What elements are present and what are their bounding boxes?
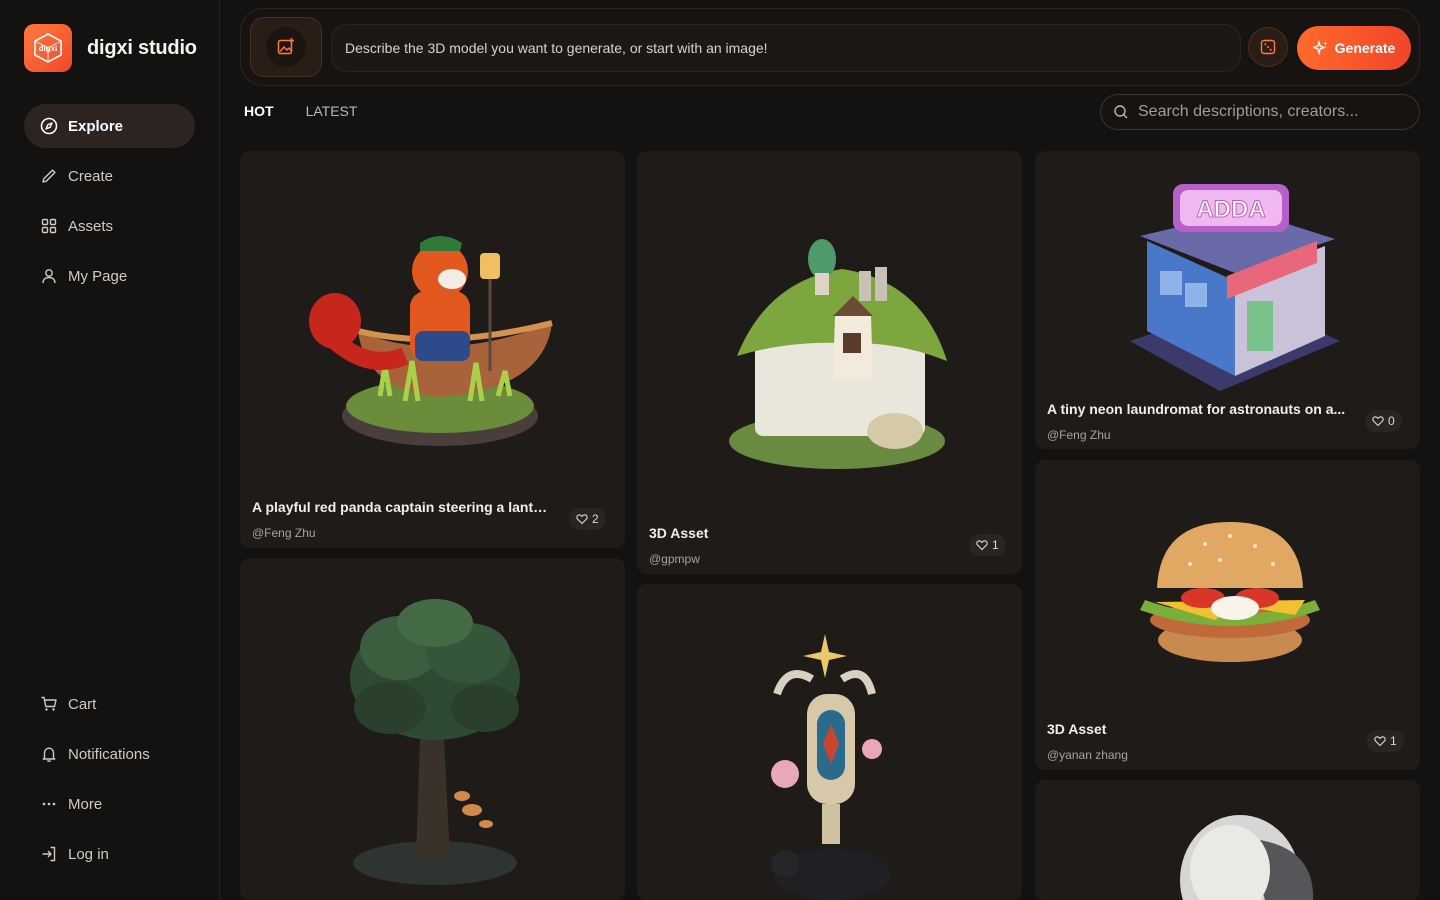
random-prompt-button[interactable] xyxy=(1248,27,1288,67)
nav-label: Assets xyxy=(68,217,114,235)
asset-card[interactable]: ADDA A tiny neon laundromat for astronau… xyxy=(1035,151,1420,449)
asset-preview-tree xyxy=(350,599,520,885)
sidebar: digxi digxi studio Explore Create Assets… xyxy=(0,0,220,900)
generate-button[interactable]: Generate xyxy=(1297,26,1411,70)
asset-preview-helmet xyxy=(1180,815,1314,900)
heart-icon xyxy=(1372,416,1384,427)
asset-card[interactable]: A playful red panda captain steering a l… xyxy=(240,151,625,548)
nav-item-my-page[interactable]: My Page xyxy=(24,254,195,298)
compass-icon xyxy=(40,117,58,135)
asset-title: 3D Asset xyxy=(1047,721,1107,737)
login-icon xyxy=(42,846,56,862)
asset-title: A playful red panda captain steering a l… xyxy=(252,499,552,515)
nav-label: Explore xyxy=(68,117,124,135)
asset-preview-cottage xyxy=(729,239,947,469)
asset-creator[interactable]: @Feng Zhu xyxy=(252,526,316,540)
nav-label: Log in xyxy=(68,845,109,863)
logo-mark-icon: digxi xyxy=(24,24,72,72)
asset-title: A tiny neon laundromat for astronauts on… xyxy=(1047,401,1346,417)
user-icon xyxy=(42,269,56,284)
nav-item-login[interactable]: Log in xyxy=(24,832,195,876)
dice-icon xyxy=(1260,39,1276,55)
prompt-bar: Generate xyxy=(240,8,1420,86)
nav-item-create[interactable]: Create xyxy=(24,154,195,198)
asset-preview-laundromat: ADDA xyxy=(1130,184,1340,391)
nav-item-explore[interactable]: Explore xyxy=(24,104,195,148)
search-icon xyxy=(1114,105,1128,119)
asset-card[interactable] xyxy=(637,584,1022,900)
nav-item-more[interactable]: More xyxy=(24,782,195,826)
brand-logo[interactable]: digxi digxi studio xyxy=(24,24,197,72)
like-count: 0 xyxy=(1388,414,1395,428)
like-button[interactable]: 2 xyxy=(569,508,606,530)
like-button[interactable]: 1 xyxy=(969,534,1006,556)
heart-icon xyxy=(576,514,588,525)
nav-item-assets[interactable]: Assets xyxy=(24,204,195,248)
like-count: 1 xyxy=(1390,734,1397,748)
asset-preview-burger xyxy=(1140,522,1320,662)
heart-icon xyxy=(976,540,988,551)
svg-text:digxi: digxi xyxy=(39,44,58,53)
bell-icon xyxy=(42,747,56,762)
secondary-nav: Cart Notifications More Log in xyxy=(24,682,195,882)
tab-latest[interactable]: LATEST xyxy=(306,103,358,119)
neon-sign-text: ADDA xyxy=(1196,196,1265,223)
like-count: 2 xyxy=(592,512,599,526)
nav-item-notifications[interactable]: Notifications xyxy=(24,732,195,776)
asset-card[interactable]: 3D Asset @yanan zhang 1 xyxy=(1035,460,1420,770)
asset-creator[interactable]: @Feng Zhu xyxy=(1047,428,1111,442)
sparkle-icon xyxy=(1312,40,1328,56)
asset-card[interactable] xyxy=(240,558,625,900)
nav-label: Cart xyxy=(68,695,97,713)
generate-label: Generate xyxy=(1334,40,1396,56)
like-button[interactable]: 1 xyxy=(1367,730,1404,752)
grid-icon xyxy=(41,218,57,234)
main-nav: Explore Create Assets My Page xyxy=(24,104,195,304)
asset-title: 3D Asset xyxy=(649,525,709,541)
brand-name: digxi studio xyxy=(87,36,197,59)
image-add-icon xyxy=(277,38,294,55)
asset-preview-shrine xyxy=(771,634,890,900)
heart-icon xyxy=(1374,736,1386,747)
nav-label: More xyxy=(68,795,103,813)
more-icon xyxy=(42,802,56,806)
tab-hot[interactable]: HOT xyxy=(244,103,274,119)
asset-preview-red-panda xyxy=(309,236,553,446)
nav-label: Notifications xyxy=(68,745,150,763)
search-box xyxy=(1100,94,1420,130)
like-button[interactable]: 0 xyxy=(1365,410,1402,432)
upload-image-button[interactable] xyxy=(250,17,322,77)
cart-icon xyxy=(41,696,57,711)
like-count: 1 xyxy=(992,538,999,552)
pencil-icon xyxy=(42,169,56,183)
nav-label: My Page xyxy=(68,267,128,285)
nav-item-cart[interactable]: Cart xyxy=(24,682,195,726)
asset-card[interactable]: 3D Asset @gpmpw 1 xyxy=(637,151,1022,574)
search-input[interactable] xyxy=(1138,103,1408,121)
feed-tabs: HOT LATEST xyxy=(244,103,357,119)
asset-card[interactable] xyxy=(1035,780,1420,900)
asset-creator[interactable]: @gpmpw xyxy=(649,552,700,566)
nav-label: Create xyxy=(68,167,114,185)
upload-image-circle xyxy=(266,27,306,67)
asset-creator[interactable]: @yanan zhang xyxy=(1047,748,1128,762)
prompt-input[interactable] xyxy=(331,24,1241,72)
